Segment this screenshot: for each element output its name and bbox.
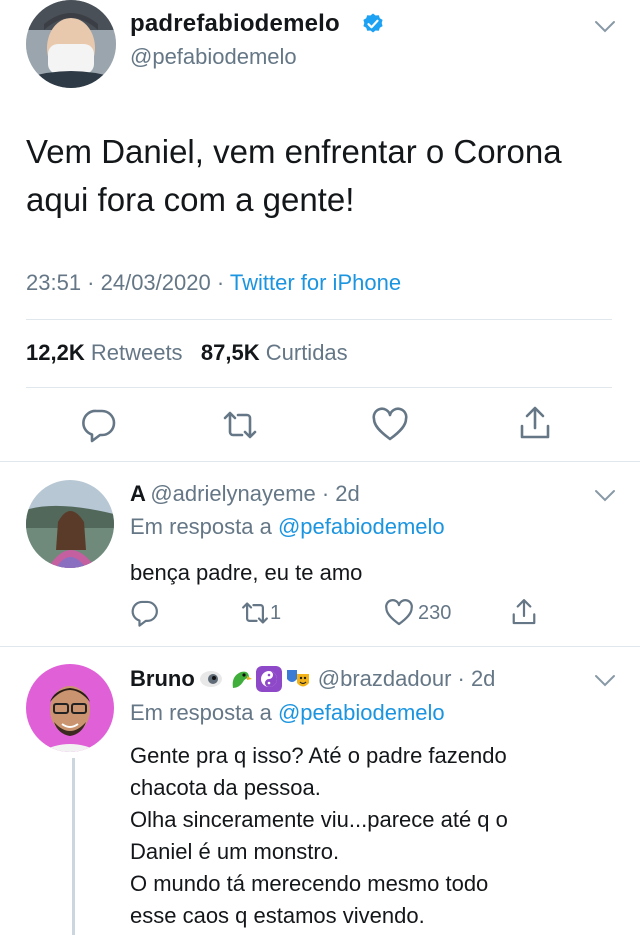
chevron-down-icon[interactable] [594,489,616,503]
eye-emoji-icon [199,671,222,687]
reply-text: bença padre, eu te amo [130,560,363,585]
reply-text-line: Daniel é um monstro. [130,839,340,864]
yin-yang-emoji-icon [255,666,282,692]
tweet-text-line: aqui fora com a gente! [26,181,355,218]
retweets-label[interactable]: Retweets [91,340,183,365]
divider [26,387,612,388]
share-icon[interactable] [509,596,539,628]
reply-header: A @adrielynayeme · 2d [130,481,360,507]
chevron-down-icon[interactable] [594,20,616,34]
retweet-icon[interactable] [221,406,259,444]
name-emojis [198,666,314,692]
chevron-down-icon[interactable] [594,674,616,688]
like-count: 230 [418,601,452,624]
tweet-source-link[interactable]: Twitter for iPhone [230,270,401,295]
reply-text-line: chacota da pessoa. [130,775,321,800]
reply-text-line: esse caos q estamos vivendo. [130,903,425,928]
reply-display-name[interactable]: Bruno [130,666,195,692]
like-button[interactable]: 230 [384,598,451,628]
tweet-stats: 12,2K Retweets 87,5K Curtidas [26,340,348,366]
divider [0,646,640,647]
author-avatar[interactable] [26,0,116,88]
masks-emoji-icon [286,670,309,687]
reply-to-handle[interactable]: @pefabiodemelo [278,514,445,539]
reply-avatar[interactable] [26,480,114,568]
like-icon [385,599,413,626]
retweet-button[interactable]: 1 [240,598,281,628]
share-icon[interactable] [516,404,554,442]
retweet-count: 1 [270,601,282,624]
retweet-icon [242,602,268,624]
reply-icon[interactable] [80,406,118,444]
reply-text-line: O mundo tá merecendo mesmo todo [130,871,489,896]
reply-icon[interactable] [130,598,160,628]
reply-handle-time[interactable]: @brazdadour · 2d [318,666,496,692]
reply-to-line: Em resposta a @pefabiodemelo [130,514,445,540]
divider [0,461,640,462]
tweet-timestamp: 23:51 · 24/03/2020 · [26,270,225,295]
verified-badge-icon [363,13,383,33]
parrot-emoji-icon [232,671,252,688]
author-display-name[interactable]: padrefabiodemelo [130,10,340,38]
reply-handle-time[interactable]: @adrielynayeme · 2d [150,481,359,506]
reply-avatar[interactable] [26,664,114,752]
reply-to-handle[interactable]: @pefabiodemelo [278,700,445,725]
divider [26,319,612,320]
reply-to-prefix: Em resposta a [130,700,272,725]
like-icon[interactable] [371,406,409,444]
tweet-text-line: Vem Daniel, vem enfrentar o Corona [26,133,562,170]
reply-text-line: Olha sinceramente viu...parece até q o [130,807,508,832]
reply-text-line: Gente pra q isso? Até o padre fazendo [130,743,507,768]
reply-text: Gente pra q isso? Até o padre fazendo ch… [130,740,620,932]
reply-display-name[interactable]: A [130,481,146,506]
tweet-meta: 23:51 · 24/03/2020 · Twitter for iPhone [26,270,401,296]
likes-count[interactable]: 87,5K [201,340,260,365]
reply-to-line: Em resposta a @pefabiodemelo [130,700,445,726]
author-handle[interactable]: @pefabiodemelo [130,44,297,70]
tweet-text: Vem Daniel, vem enfrentar o Corona aqui … [26,128,626,224]
reply-to-prefix: Em resposta a [130,514,272,539]
likes-label[interactable]: Curtidas [266,340,348,365]
thread-line [72,758,75,935]
retweets-count[interactable]: 12,2K [26,340,85,365]
reply-header: Bruno @brazdadour · 2d [130,666,495,692]
